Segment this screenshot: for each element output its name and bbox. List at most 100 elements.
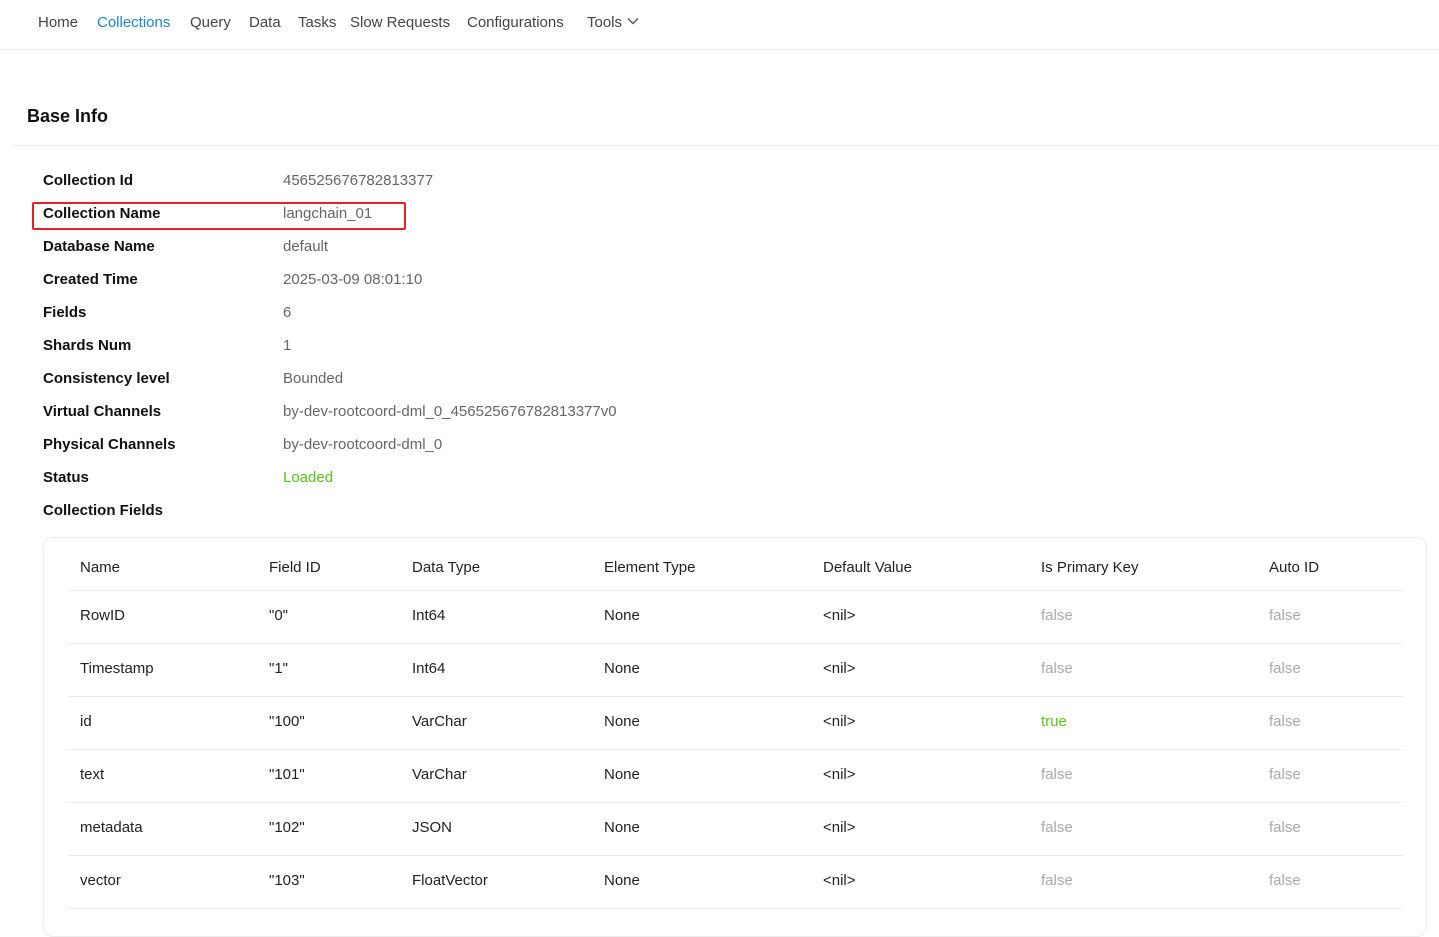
- info-row-shards-num: Shards Num 1: [43, 335, 943, 357]
- table-cell-default-value: <nil>: [823, 872, 856, 889]
- table-cell-auto-id: false: [1269, 872, 1301, 889]
- row-divider: [68, 590, 1403, 591]
- column-header-data-type[interactable]: Data Type: [412, 558, 480, 578]
- table-cell-name: metadata: [80, 819, 143, 836]
- info-label: Database Name: [43, 238, 155, 255]
- table-cell-is-primary-key: false: [1041, 819, 1073, 836]
- table-cell-field-id: "0": [269, 607, 288, 624]
- column-header-auto-id[interactable]: Auto ID: [1269, 558, 1319, 578]
- table-cell-field-id: "101": [269, 766, 305, 783]
- table-cell-auto-id: false: [1269, 819, 1301, 836]
- table-cell-element-type: None: [604, 607, 640, 624]
- row-divider: [68, 749, 1403, 750]
- status-badge: Loaded: [283, 469, 334, 486]
- row-divider: [68, 908, 1403, 909]
- table-cell-name: RowID: [80, 607, 126, 624]
- info-label: Consistency level: [43, 370, 170, 387]
- section-title-base-info: Base Info: [27, 106, 109, 126]
- info-label: Physical Channels: [43, 436, 176, 453]
- info-row-collection-fields: Collection Fields: [43, 500, 943, 522]
- table-cell-auto-id: false: [1269, 660, 1301, 677]
- info-value: default: [283, 238, 329, 255]
- info-label: Fields: [43, 304, 87, 321]
- info-value: Bounded: [283, 370, 344, 387]
- table-cell-name: id: [80, 713, 92, 730]
- table-cell-element-type: None: [604, 872, 640, 889]
- table-cell-element-type: None: [604, 766, 640, 783]
- nav-item-tasks[interactable]: Tasks: [298, 13, 336, 33]
- nav-item-slow-requests[interactable]: Slow Requests: [350, 13, 450, 33]
- top-nav: Home Collections Query Data Tasks Slow R…: [0, 0, 1439, 50]
- nav-item-tools[interactable]: Tools: [587, 13, 639, 33]
- table-cell-name: vector: [80, 872, 121, 889]
- nav-item-collections[interactable]: Collections: [97, 13, 170, 33]
- table-cell-field-id: "103": [269, 872, 305, 889]
- column-header-field-id[interactable]: Field ID: [269, 558, 321, 578]
- info-row-physical-channels: Physical Channels by-dev-rootcoord-dml_0: [43, 434, 943, 456]
- table-cell-data-type: Int64: [412, 660, 446, 677]
- nav-item-query[interactable]: Query: [190, 13, 231, 33]
- table-cell-default-value: <nil>: [823, 607, 856, 624]
- info-row-virtual-channels: Virtual Channels by-dev-rootcoord-dml_0_…: [43, 401, 943, 423]
- column-header-element-type[interactable]: Element Type: [604, 558, 695, 578]
- info-label: Collection Fields: [43, 502, 164, 519]
- column-header-default-value[interactable]: Default Value: [823, 558, 912, 578]
- info-label: Created Time: [43, 271, 138, 288]
- info-value: 456525676782813377: [283, 172, 434, 189]
- info-label: Status: [43, 469, 89, 486]
- info-label: Shards Num: [43, 337, 132, 354]
- table-cell-field-id: "100": [269, 713, 305, 730]
- column-header-name[interactable]: Name: [80, 558, 120, 578]
- table-cell-is-primary-key: false: [1041, 607, 1073, 624]
- table-cell-default-value: <nil>: [823, 660, 856, 677]
- table-cell-is-primary-key: true: [1041, 713, 1067, 730]
- table-cell-auto-id: false: [1269, 713, 1301, 730]
- collection-fields-table: Name Field ID Data Type Element Type Def…: [43, 537, 1427, 937]
- info-row-created-time: Created Time 2025-03-09 08:01:10: [43, 269, 943, 291]
- info-label: Collection Name: [43, 205, 161, 222]
- row-divider: [68, 855, 1403, 856]
- table-cell-data-type: Int64: [412, 607, 446, 624]
- info-label: Virtual Channels: [43, 403, 162, 420]
- nav-item-configurations[interactable]: Configurations: [467, 13, 564, 33]
- info-row-collection-name: Collection Name langchain_01: [43, 203, 943, 225]
- info-label: Collection Id: [43, 172, 133, 189]
- table-cell-default-value: <nil>: [823, 819, 856, 836]
- info-value: by-dev-rootcoord-dml_0: [283, 436, 443, 453]
- table-cell-element-type: None: [604, 819, 640, 836]
- nav-item-tools-label: Tools: [587, 14, 623, 31]
- info-row-database-name: Database Name default: [43, 236, 943, 258]
- table-cell-data-type: FloatVector: [412, 872, 488, 889]
- info-row-collection-id: Collection Id 456525676782813377: [43, 170, 943, 192]
- table-cell-is-primary-key: false: [1041, 660, 1073, 677]
- table-cell-name: text: [80, 766, 105, 783]
- info-value: langchain_01: [283, 205, 373, 222]
- info-row-status: Status Loaded: [43, 467, 943, 489]
- table-cell-default-value: <nil>: [823, 766, 856, 783]
- table-cell-default-value: <nil>: [823, 713, 856, 730]
- info-value: by-dev-rootcoord-dml_0_45652567678281337…: [283, 403, 617, 420]
- table-cell-element-type: None: [604, 660, 640, 677]
- table-cell-auto-id: false: [1269, 607, 1301, 624]
- info-value: 1: [283, 337, 292, 354]
- row-divider: [68, 696, 1403, 697]
- section-divider: [12, 145, 1439, 146]
- table-cell-field-id: "1": [269, 660, 288, 677]
- info-value: 6: [283, 304, 292, 321]
- row-divider: [68, 643, 1403, 644]
- column-header-is-primary-key[interactable]: Is Primary Key: [1041, 558, 1139, 578]
- table-cell-field-id: "102": [269, 819, 305, 836]
- info-value: 2025-03-09 08:01:10: [283, 271, 423, 288]
- chevron-down-icon: [627, 18, 639, 25]
- table-cell-data-type: VarChar: [412, 766, 467, 783]
- table-cell-auto-id: false: [1269, 766, 1301, 783]
- table-cell-element-type: None: [604, 713, 640, 730]
- info-row-fields: Fields 6: [43, 302, 943, 324]
- table-cell-data-type: VarChar: [412, 713, 467, 730]
- nav-item-home[interactable]: Home: [38, 13, 78, 33]
- table-cell-name: Timestamp: [80, 660, 154, 677]
- table-cell-is-primary-key: false: [1041, 872, 1073, 889]
- row-divider: [68, 802, 1403, 803]
- nav-item-data[interactable]: Data: [249, 13, 281, 33]
- table-cell-data-type: JSON: [412, 819, 453, 836]
